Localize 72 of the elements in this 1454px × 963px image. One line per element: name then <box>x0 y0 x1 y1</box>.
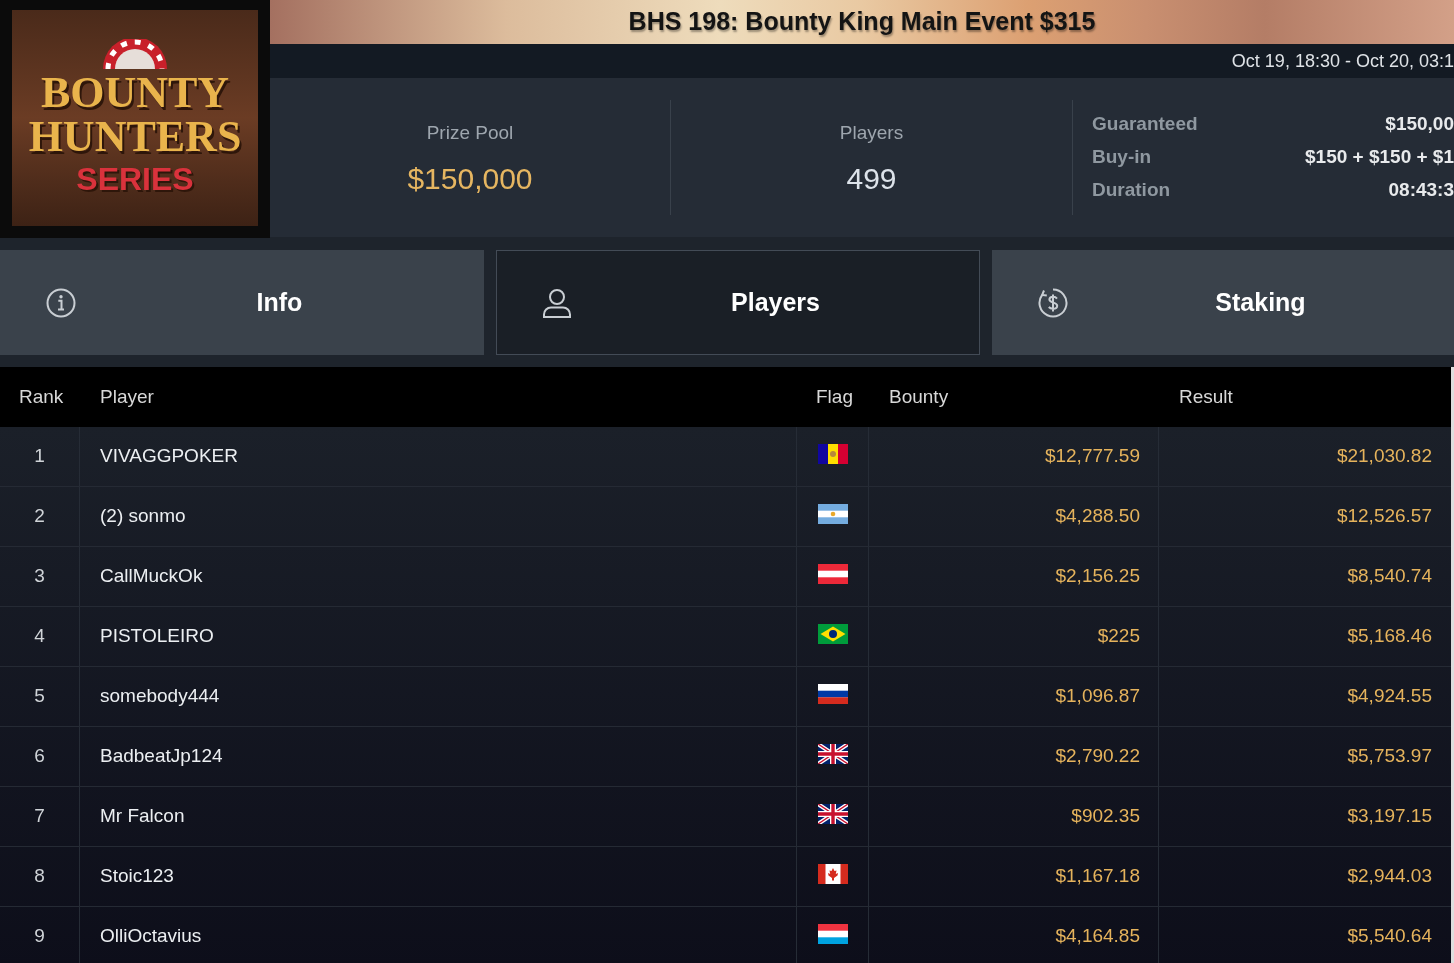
result-amount: $21,030.82 <box>1336 444 1432 469</box>
austria-flag-icon <box>817 563 848 584</box>
rank-number: 8 <box>34 864 45 889</box>
player-name: OlliOctavius <box>100 924 202 949</box>
detail-label: Guaranteed <box>1092 112 1198 137</box>
detail-value: 08:43:3 <box>1388 178 1454 203</box>
user-icon <box>542 287 572 318</box>
result-amount: $4,924.55 <box>1347 684 1432 709</box>
stat-label: Players <box>839 121 904 146</box>
stat-label: Prize Pool <box>426 121 514 146</box>
detail-label: Duration <box>1092 178 1171 203</box>
result-amount: $8,540.74 <box>1347 564 1432 589</box>
poker-chip-icon <box>100 39 170 69</box>
tab[interactable]: Staking <box>992 250 1454 355</box>
column-header: Flag <box>816 384 853 409</box>
player-name: VIVAGGPOKER <box>100 444 238 469</box>
stat-value: $150,000 <box>407 161 533 196</box>
logo-title-line: BOUNTY <box>40 71 230 115</box>
player-name: Mr Falcon <box>100 804 185 829</box>
rank-number: 1 <box>34 444 45 469</box>
rank-number: 5 <box>34 684 45 709</box>
bounty-amount: $4,288.50 <box>1055 504 1140 529</box>
result-amount: $3,197.15 <box>1347 804 1432 829</box>
column-header: Result <box>1179 384 1233 409</box>
bounty-amount: $4,164.85 <box>1055 924 1140 949</box>
tab[interactable]: Players <box>496 250 980 355</box>
andorra-flag-icon <box>817 443 848 464</box>
rank-number: 4 <box>34 624 45 649</box>
result-amount: $5,540.64 <box>1347 924 1432 949</box>
player-name: (2) sonmo <box>100 504 186 529</box>
canada-flag-icon <box>817 863 848 884</box>
bounty-amount: $902.35 <box>1071 804 1140 829</box>
column-header: Rank <box>19 384 64 409</box>
argentina-flag-icon <box>817 503 848 524</box>
column-header: Bounty <box>889 384 949 409</box>
uk-flag-icon <box>817 803 848 824</box>
player-name: PISTOLEIRO <box>100 624 214 649</box>
result-amount: $2,944.03 <box>1347 864 1432 889</box>
rank-number: 9 <box>34 924 45 949</box>
player-name: CallMuckOk <box>100 564 203 589</box>
logo-title-line: HUNTERS <box>28 115 242 159</box>
player-name: Stoic123 <box>100 864 174 889</box>
brazil-flag-icon <box>817 623 848 644</box>
event-schedule: Oct 19, 18:30 - Oct 20, 03:1 <box>1231 49 1454 73</box>
info-icon <box>46 287 76 318</box>
player-name: somebody444 <box>100 684 220 709</box>
bounty-amount: $12,777.59 <box>1044 444 1140 469</box>
rank-number: 7 <box>34 804 45 829</box>
result-amount: $5,753.97 <box>1347 744 1432 769</box>
detail-value: $150 + $150 + $1 <box>1305 145 1454 170</box>
rank-number: 6 <box>34 744 45 769</box>
bounty-amount: $225 <box>1097 624 1140 649</box>
stat-value: 499 <box>846 161 897 196</box>
bounty-amount: $2,156.25 <box>1055 564 1140 589</box>
bounty-amount: $1,167.18 <box>1055 864 1140 889</box>
bounty-amount: $1,096.87 <box>1055 684 1140 709</box>
russia-flag-icon <box>817 683 848 704</box>
dollar-circle-icon <box>1038 287 1068 318</box>
result-amount: $12,526.57 <box>1336 504 1432 529</box>
column-header: Player <box>100 384 154 409</box>
rank-number: 3 <box>34 564 45 589</box>
tab[interactable]: Info <box>0 250 484 355</box>
rank-number: 2 <box>34 504 45 529</box>
result-amount: $5,168.46 <box>1347 624 1432 649</box>
uk-flag-icon <box>817 743 848 764</box>
player-name: BadbeatJp124 <box>100 744 223 769</box>
detail-value: $150,00 <box>1385 112 1454 137</box>
luxembourg-flag-icon <box>817 923 848 944</box>
detail-label: Buy-in <box>1092 145 1152 170</box>
bounty-amount: $2,790.22 <box>1055 744 1140 769</box>
logo-subtitle: SERIES <box>76 161 194 197</box>
event-title: BHS 198: Bounty King Main Event $315 <box>628 6 1096 38</box>
